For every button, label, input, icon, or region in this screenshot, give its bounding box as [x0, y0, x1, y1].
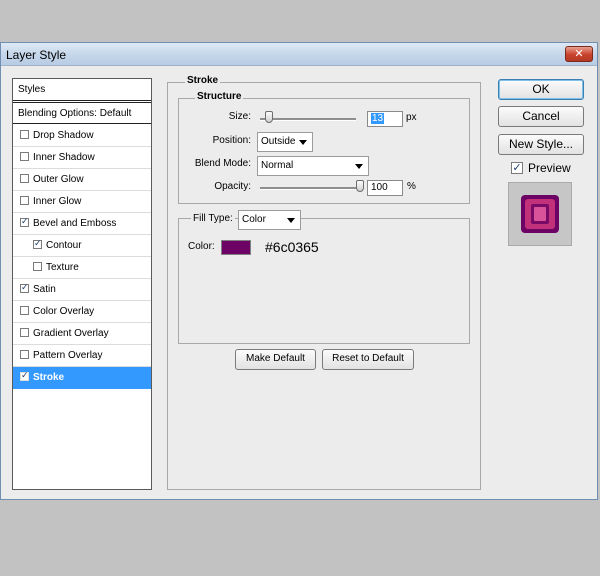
opacity-slider-thumb[interactable]: [356, 180, 364, 192]
style-item-gradient-overlay[interactable]: Gradient Overlay: [13, 323, 151, 345]
style-item-outer-glow[interactable]: Outer Glow: [13, 169, 151, 191]
style-item-satin[interactable]: ✓ Satin: [13, 279, 151, 301]
make-default-button[interactable]: Make Default: [235, 349, 316, 370]
window-title: Layer Style: [6, 48, 67, 62]
style-checkbox-contour[interactable]: ✓: [33, 240, 42, 249]
preview-inner-highlight: [534, 207, 546, 221]
style-checkbox-color-overlay[interactable]: [20, 306, 29, 315]
position-dropdown[interactable]: Outside: [257, 132, 313, 152]
fill-type-dropdown[interactable]: Color: [238, 210, 301, 230]
style-item-inner-glow[interactable]: Inner Glow: [13, 191, 151, 213]
style-checkbox-gradient-overlay[interactable]: [20, 328, 29, 337]
style-checkbox-outer-glow[interactable]: [20, 174, 29, 183]
fill-type-label: Fill Type:: [191, 213, 235, 224]
size-unit: px: [406, 112, 417, 123]
stroke-color-swatch[interactable]: [221, 240, 251, 255]
chevron-down-icon: [287, 218, 295, 223]
blend-mode-value: Normal: [261, 160, 294, 171]
style-item-contour[interactable]: ✓ Contour: [13, 235, 151, 257]
style-checkbox-pattern-overlay[interactable]: [20, 350, 29, 359]
blending-options-item[interactable]: Blending Options: Default: [13, 102, 151, 124]
style-item-label: Stroke: [33, 372, 65, 383]
check-icon: ✓: [512, 161, 522, 174]
cancel-label: Cancel: [522, 109, 560, 123]
reset-default-button[interactable]: Reset to Default: [322, 349, 414, 370]
opacity-label: Opacity:: [214, 181, 251, 192]
chevron-down-icon: [299, 140, 307, 145]
new-style-label: New Style...: [508, 137, 574, 151]
fill-group: [178, 218, 470, 344]
style-checkbox-bevel-and-emboss[interactable]: ✓: [20, 218, 29, 227]
color-label: Color:: [188, 241, 215, 252]
style-item-label: Contour: [46, 240, 82, 251]
style-preview-image: [521, 195, 559, 233]
blending-options-label: Blending Options: Default: [18, 108, 132, 119]
style-checkbox-texture[interactable]: [33, 262, 42, 271]
new-style-button[interactable]: New Style...: [498, 134, 584, 155]
style-item-label: Pattern Overlay: [33, 350, 103, 361]
chevron-down-icon: [355, 164, 363, 169]
preview-checkbox[interactable]: ✓: [511, 162, 523, 174]
fill-type-value: Color: [242, 214, 266, 225]
style-item-inner-shadow[interactable]: Inner Shadow: [13, 147, 151, 169]
size-input[interactable]: 13: [367, 111, 403, 127]
style-preview-box: [508, 182, 572, 246]
size-label: Size:: [228, 111, 251, 122]
style-item-pattern-overlay[interactable]: Pattern Overlay: [13, 345, 151, 367]
check-icon: ✓: [34, 239, 42, 249]
style-checkbox-drop-shadow[interactable]: [20, 130, 29, 139]
check-icon: ✓: [21, 371, 29, 381]
style-item-label: Texture: [46, 262, 79, 273]
style-item-label: Satin: [33, 284, 56, 295]
style-item-label: Color Overlay: [33, 306, 95, 317]
color-hex-text: #6c0365: [265, 239, 319, 255]
layer-style-dialog: Layer Style ✕ Styles Blending Options: D…: [0, 42, 598, 500]
structure-title: Structure: [195, 91, 244, 102]
size-slider-thumb[interactable]: [264, 111, 273, 123]
style-item-color-overlay[interactable]: Color Overlay: [13, 301, 151, 323]
style-item-texture[interactable]: Texture: [13, 257, 151, 279]
style-item-drop-shadow[interactable]: Drop Shadow: [13, 125, 151, 147]
style-item-label: Outer Glow: [33, 174, 84, 185]
styles-list: Styles Blending Options: Default Drop Sh…: [12, 78, 152, 490]
blend-mode-dropdown[interactable]: Normal: [257, 156, 369, 176]
size-slider-track[interactable]: [260, 118, 356, 121]
style-checkbox-inner-glow[interactable]: [20, 196, 29, 205]
style-item-stroke[interactable]: ✓ Stroke: [13, 367, 151, 389]
styles-header[interactable]: Styles: [13, 79, 151, 101]
opacity-value: 100: [371, 182, 388, 193]
styles-header-label: Styles: [18, 84, 46, 95]
reset-default-label: Reset to Default: [332, 353, 404, 364]
close-button[interactable]: ✕: [565, 46, 593, 62]
preview-label: Preview: [528, 161, 571, 175]
style-item-label: Gradient Overlay: [33, 328, 109, 339]
cancel-button[interactable]: Cancel: [498, 106, 584, 127]
ok-label: OK: [532, 82, 550, 96]
style-item-label: Drop Shadow: [33, 130, 94, 141]
check-icon: ✓: [21, 217, 29, 227]
opacity-input[interactable]: 100: [367, 180, 403, 196]
check-icon: ✓: [21, 283, 29, 293]
style-checkbox-satin[interactable]: ✓: [20, 284, 29, 293]
title-bar[interactable]: Layer Style ✕: [1, 43, 597, 66]
stroke-title: Stroke: [185, 75, 221, 86]
style-item-label: Inner Shadow: [33, 152, 95, 163]
opacity-slider-track[interactable]: [260, 187, 362, 190]
style-checkbox-inner-shadow[interactable]: [20, 152, 29, 161]
style-item-bevel-and-emboss[interactable]: ✓ Bevel and Emboss: [13, 213, 151, 235]
ok-button[interactable]: OK: [498, 79, 584, 100]
position-value: Outside: [261, 136, 296, 147]
position-label: Position:: [212, 135, 251, 146]
blend-mode-label: Blend Mode:: [194, 158, 251, 169]
make-default-label: Make Default: [246, 353, 305, 364]
style-item-label: Inner Glow: [33, 196, 82, 207]
opacity-unit: %: [407, 181, 416, 192]
style-item-label: Bevel and Emboss: [33, 218, 117, 229]
style-checkbox-stroke[interactable]: ✓: [20, 372, 29, 381]
close-icon: ✕: [574, 47, 584, 60]
size-value: 13: [371, 113, 385, 124]
